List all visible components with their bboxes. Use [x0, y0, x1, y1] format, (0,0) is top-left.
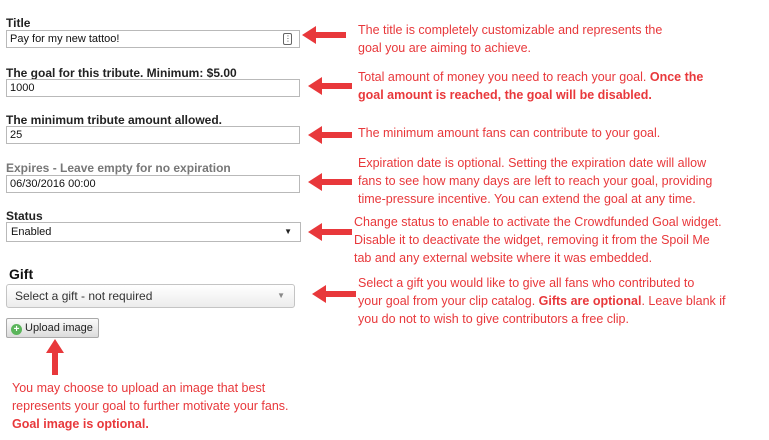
goal-annotation-line: Total amount of money you need to reach …	[358, 70, 704, 84]
title-label: Title	[6, 16, 31, 30]
upload-annotation-line: Goal image is optional.	[12, 417, 149, 431]
goal-input[interactable]: 1000	[6, 79, 300, 97]
arrow-left-icon	[308, 126, 352, 144]
status-annotation-line: tab and any external website where it wa…	[354, 251, 653, 265]
title-annotation-line: goal you are aiming to achieve.	[358, 41, 532, 55]
arrow-left-icon	[302, 26, 346, 44]
title-input-value: Pay for my new tattoo!	[10, 33, 120, 45]
add-icon: +	[11, 324, 22, 335]
upload-annotation-line: represents your goal to further motivate…	[12, 399, 289, 413]
goal-input-value: 1000	[10, 82, 35, 94]
minimum-annotation: The minimum amount fans can contribute t…	[358, 126, 661, 140]
goal-annotation: Total amount of money you need to reach …	[358, 68, 763, 104]
expires-annotation-line: Expiration date is optional. Setting the…	[358, 156, 707, 170]
minimum-label: The minimum tribute amount allowed.	[6, 113, 223, 127]
title-annotation: The title is completely customizable and…	[358, 21, 763, 57]
goal-annotation-line: goal amount is reached, the goal will be…	[358, 88, 652, 102]
gift-select-value: Select a gift - not required	[15, 289, 153, 303]
gift-annotation-line: Select a gift you would like to give all…	[358, 276, 695, 290]
expires-input[interactable]: 06/30/2016 00:00	[6, 175, 300, 193]
status-annotation: Change status to enable to activate the …	[354, 213, 766, 267]
status-label: Status	[6, 209, 43, 223]
gift-select[interactable]: Select a gift - not required ▼	[6, 284, 295, 308]
status-select-value: Enabled	[11, 226, 52, 238]
arrow-left-icon	[308, 77, 352, 95]
minimum-input-value: 25	[10, 129, 23, 141]
expires-label: Expires - Leave empty for no expiration	[6, 161, 231, 175]
goal-label: The goal for this tribute. Minimum: $5.0…	[6, 66, 237, 80]
status-select[interactable]: Enabled ▼	[6, 222, 301, 242]
arrow-left-icon	[308, 173, 352, 191]
upload-annotation: You may choose to upload an image that b…	[12, 379, 352, 433]
upload-image-button[interactable]: + Upload image	[6, 318, 99, 338]
minimum-input[interactable]: 25	[6, 126, 300, 144]
gift-annotation-line: you do not to wish to give contributors …	[358, 312, 629, 326]
gift-annotation: Select a gift you would like to give all…	[358, 274, 766, 328]
expires-annotation-line: fans to see how many days are left to re…	[358, 174, 713, 188]
autofill-icon[interactable]: ⋮	[283, 33, 292, 45]
upload-annotation-line: You may choose to upload an image that b…	[12, 381, 266, 395]
arrow-up-icon	[46, 339, 64, 375]
arrow-left-icon	[308, 223, 352, 241]
title-annotation-line: The title is completely customizable and…	[358, 23, 663, 37]
arrow-left-icon	[312, 285, 356, 303]
expires-annotation: Expiration date is optional. Setting the…	[358, 154, 768, 208]
expires-annotation-line: time-pressure incentive. You can extend …	[358, 192, 696, 206]
status-annotation-line: Disable it to deactivate the widget, rem…	[354, 233, 710, 247]
upload-image-label: Upload image	[25, 322, 93, 334]
gift-annotation-line: your goal from your clip catalog. Gifts …	[358, 294, 726, 308]
gift-label: Gift	[9, 266, 34, 282]
status-annotation-line: Change status to enable to activate the …	[354, 215, 722, 229]
chevron-down-icon: ▼	[284, 227, 292, 236]
title-input[interactable]: Pay for my new tattoo! ⋮	[6, 30, 300, 48]
chevron-down-icon: ▼	[277, 291, 285, 300]
expires-input-value: 06/30/2016 00:00	[10, 178, 96, 190]
